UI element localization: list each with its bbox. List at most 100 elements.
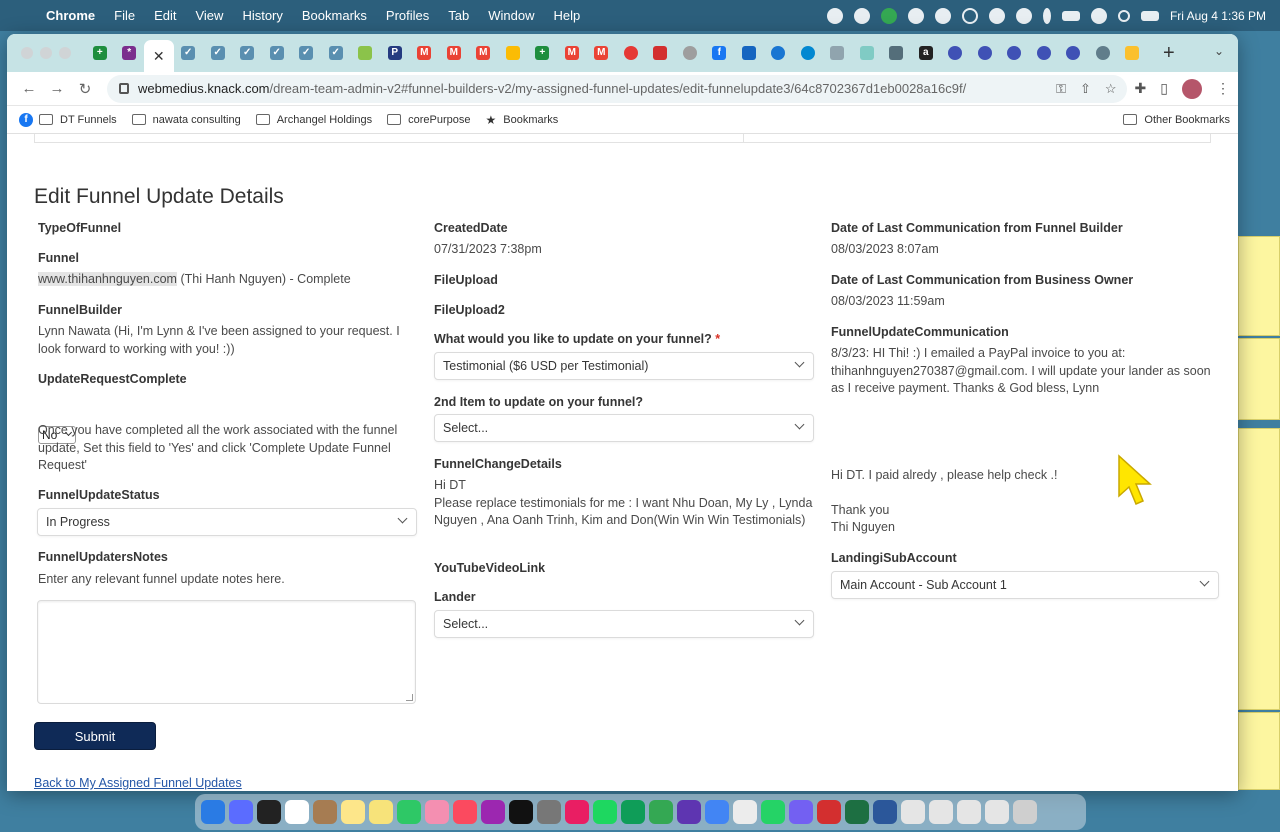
search-status-icon[interactable] [1117,9,1130,22]
second-item-select[interactable]: Select... [434,414,814,442]
tab[interactable]: M [557,39,587,67]
menu-profiles[interactable]: Profiles [386,8,429,23]
menu-window[interactable]: Window [488,8,534,23]
music-icon[interactable] [453,800,477,824]
grammarly-icon[interactable] [649,800,673,824]
tab[interactable] [764,39,794,67]
launchpad-icon[interactable] [229,800,253,824]
spotify-icon[interactable] [593,800,617,824]
stickies-icon[interactable] [369,800,393,824]
close-tab-icon[interactable]: ✕ [153,48,165,65]
tab[interactable]: ✓ [203,39,233,67]
tab[interactable]: M [410,39,440,67]
menu-chrome[interactable]: Chrome [46,8,95,23]
funnel-domain[interactable]: www.thihanhnguyen.com [38,272,177,286]
reload-icon[interactable]: ↻ [71,80,99,98]
numbers-icon[interactable] [621,800,645,824]
tab[interactable] [1118,39,1148,67]
slack-icon[interactable] [565,800,589,824]
bookmark-archangel-holdings[interactable]: Archangel Holdings [255,114,372,126]
wifi-status-icon[interactable] [1090,7,1107,24]
acrobat-icon[interactable] [817,800,841,824]
side-panel-icon[interactable]: ▯ [1160,80,1168,97]
battery-status-icon[interactable] [1061,10,1080,21]
tab[interactable] [1088,39,1118,67]
gear-status-icon[interactable] [826,7,843,24]
preview-icon[interactable] [733,800,757,824]
notes-icon[interactable] [341,800,365,824]
tab[interactable] [1029,39,1059,67]
tab[interactable] [970,39,1000,67]
chrome-menu-icon[interactable]: ⋮ [1216,80,1230,97]
tab-active[interactable]: ✕ [144,40,174,72]
menu-bookmarks[interactable]: Bookmarks [302,8,367,23]
chrome-icon[interactable] [705,800,729,824]
trash-icon[interactable] [1013,800,1037,824]
tab[interactable] [1000,39,1030,67]
menubar-clock[interactable]: Fri Aug 4 1:36 PM [1170,9,1266,23]
bookmark-nawata-consulting[interactable]: nawata consulting [131,114,241,126]
recent-window-icon[interactable] [901,800,925,824]
forward-arrow-icon[interactable]: → [43,80,71,97]
control-center-icon[interactable] [1140,10,1159,21]
menu-view[interactable]: View [195,8,223,23]
menu-tab[interactable]: Tab [448,8,469,23]
play-status-icon[interactable] [988,7,1005,24]
whatsapp-icon[interactable] [761,800,785,824]
update-item-select[interactable]: Testimonial ($6 USD per Testimonial) [434,352,814,380]
menu-history[interactable]: History [242,8,282,23]
tab[interactable]: ✓ [233,39,263,67]
bitcoin-status-icon[interactable] [934,7,951,24]
tab[interactable] [675,39,705,67]
headphones-status-icon[interactable] [1015,7,1032,24]
facetime-icon[interactable] [397,800,421,824]
profile-avatar[interactable] [1182,78,1202,99]
viber-status-icon[interactable] [853,7,870,24]
podcasts-icon[interactable] [481,800,505,824]
tab[interactable] [734,39,764,67]
funnel-updaters-notes-textarea[interactable] [37,600,416,704]
tab[interactable]: + [85,39,115,67]
tab[interactable] [351,39,381,67]
tab[interactable]: M [587,39,617,67]
tab[interactable]: ✓ [292,39,322,67]
tab[interactable]: M [439,39,469,67]
tab[interactable] [646,39,676,67]
bookmark-other-bookmarks[interactable]: Other Bookmarks [1123,114,1230,126]
resize-grip-icon[interactable] [406,694,413,701]
tab[interactable] [616,39,646,67]
tab[interactable]: ✓ [321,39,351,67]
tab[interactable] [498,39,528,67]
recent-window-icon[interactable] [957,800,981,824]
tab[interactable]: f [705,39,735,67]
tab[interactable] [1059,39,1089,67]
notes-brown-icon[interactable] [313,800,337,824]
menu-edit[interactable]: Edit [154,8,176,23]
moon-status-icon[interactable] [961,7,978,24]
bookmark-corepurpose[interactable]: corePurpose [387,114,470,126]
tab[interactable] [793,39,823,67]
extensions-icon[interactable]: ✚ [1135,80,1147,97]
recent-window-icon[interactable] [929,800,953,824]
viber-icon[interactable] [789,800,813,824]
address-bar[interactable]: webmedius.knack.com/dream-team-admin-v2#… [107,74,1127,103]
landingi-subaccount-select[interactable]: Main Account - Sub Account 1 [831,571,1219,599]
menu-file[interactable]: File [114,8,135,23]
tab[interactable] [882,39,912,67]
tab[interactable]: M [469,39,499,67]
tab[interactable] [941,39,971,67]
back-to-assigned-updates-link[interactable]: Back to My Assigned Funnel Updates [34,776,242,790]
photos-icon[interactable] [425,800,449,824]
lander-select[interactable]: Select... [434,610,814,638]
creative-cloud-status-icon[interactable] [907,7,924,24]
menu-help[interactable]: Help [554,8,581,23]
tab-search-chevron-icon[interactable]: ⌄ [1214,44,1224,58]
minimize-window-icon[interactable] [40,47,52,59]
tab[interactable]: a [911,39,941,67]
bookmark-dt-funnels[interactable]: f DT Funnels [19,112,117,127]
key-icon[interactable]: ⚿ [1056,81,1066,97]
bookmark-bookmarks[interactable]: ★ Bookmarks [485,113,558,127]
tab[interactable] [852,39,882,67]
calendar-icon[interactable] [285,800,309,824]
word-icon[interactable] [873,800,897,824]
